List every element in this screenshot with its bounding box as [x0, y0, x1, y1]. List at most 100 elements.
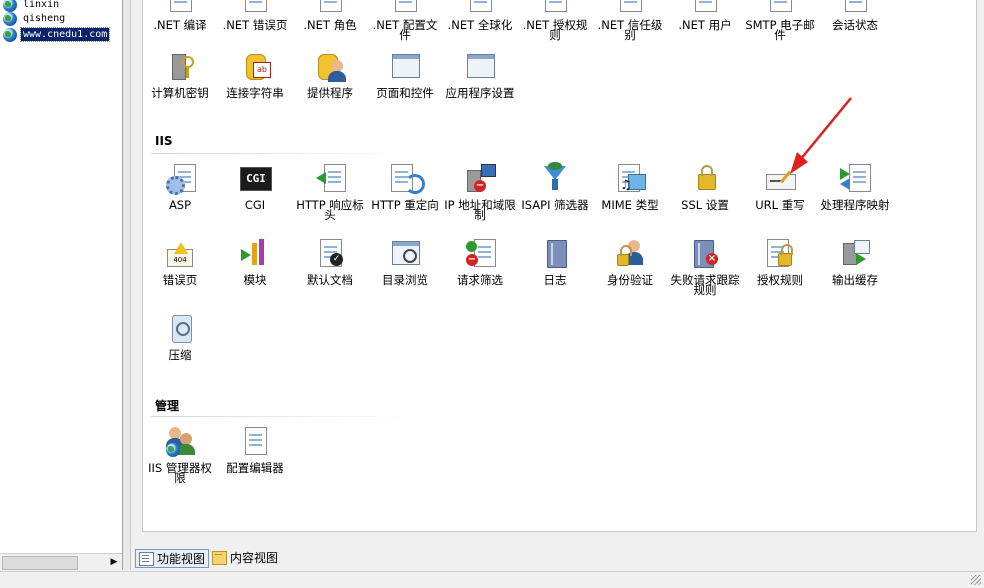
feature-net-users[interactable]: .NET 用户 — [668, 0, 742, 31]
tree-item-site-selected[interactable]: www.cnedu1.com — [3, 27, 111, 42]
net-error-pages-icon — [239, 0, 271, 14]
net-authorization-icon — [539, 0, 571, 14]
tab-label: 内容视图 — [230, 551, 279, 565]
feature-cgi[interactable]: CGI CGI — [218, 162, 292, 211]
group-divider — [151, 416, 411, 417]
net-profile-icon — [389, 0, 421, 14]
lock-icon — [689, 162, 721, 194]
feature-authorization-rules[interactable]: 授权规则 — [743, 237, 817, 286]
error-pages-icon: 404 — [164, 237, 196, 269]
request-filtering-icon: − — [464, 237, 496, 269]
isapi-filters-icon — [539, 162, 571, 194]
providers-icon — [314, 50, 346, 82]
modules-icon — [239, 237, 271, 269]
features-list[interactable]: .NET 编译 .NET 错误页 .NET 角色 .NET 配置文件 .NET … — [142, 0, 977, 532]
mime-types-icon: ♫ — [614, 162, 646, 194]
feature-net-roles[interactable]: .NET 角色 — [293, 0, 367, 31]
view-tabs: 功能视图 内容视图 — [131, 545, 984, 570]
machine-key-icon — [164, 50, 196, 82]
net-trust-levels-icon — [614, 0, 646, 14]
tab-content-view[interactable]: 内容视图 — [209, 549, 281, 566]
tree-item-label: www.cnedu1.com — [19, 27, 111, 42]
handler-mappings-icon — [839, 162, 871, 194]
feature-application-settings[interactable]: 应用程序设置 — [443, 50, 517, 99]
feature-modules[interactable]: 模块 — [218, 237, 292, 286]
tab-label: 功能视图 — [157, 552, 206, 566]
feature-directory-browsing[interactable]: 目录浏览 — [368, 237, 442, 286]
pages-and-controls-icon — [389, 50, 421, 82]
smtp-email-icon — [764, 0, 796, 14]
feature-output-caching[interactable]: 输出缓存 — [818, 237, 892, 286]
tree-horizontal-scrollbar[interactable]: ▶ — [0, 553, 122, 571]
feature-ip-domain-restrictions[interactable]: − IP 地址和域限制 — [443, 162, 517, 221]
net-users-icon — [689, 0, 721, 14]
feature-ssl-settings[interactable]: SSL 设置 — [668, 162, 742, 211]
feature-net-error-pages[interactable]: .NET 错误页 — [218, 0, 292, 31]
net-globalization-icon — [464, 0, 496, 14]
failed-request-tracing-icon: × — [689, 237, 721, 269]
pane-splitter[interactable] — [123, 0, 131, 570]
ip-restrictions-icon: − — [464, 162, 496, 194]
feature-asp[interactable]: ASP — [143, 162, 217, 211]
feature-connection-strings[interactable]: ab 连接字符串 — [218, 50, 292, 99]
feature-default-document[interactable]: ✓ 默认文档 — [293, 237, 367, 286]
http-response-headers-icon — [314, 162, 346, 194]
feature-machine-key[interactable]: 计算机密钥 — [143, 50, 217, 99]
features-view-icon — [139, 551, 154, 566]
feature-handler-mappings[interactable]: 处理程序映射 — [818, 162, 892, 211]
globe-icon — [3, 11, 17, 26]
resize-grip-icon[interactable] — [971, 575, 981, 585]
tree-item-label: linxin — [23, 0, 60, 10]
url-rewrite-icon — [764, 162, 796, 194]
output-caching-icon — [839, 237, 871, 269]
feature-iis-manager-permissions[interactable]: IIS 管理器权限 — [143, 425, 217, 484]
feature-url-rewrite[interactable]: URL 重写 — [743, 162, 817, 211]
connection-strings-icon: ab — [239, 50, 271, 82]
feature-mime-types[interactable]: ♫ MIME 类型 — [593, 162, 667, 211]
net-compilation-icon — [164, 0, 196, 14]
feature-http-redirect[interactable]: HTTP 重定向 — [368, 162, 442, 211]
tab-features-view[interactable]: 功能视图 — [135, 549, 210, 568]
feature-logging[interactable]: 日志 — [518, 237, 592, 286]
feature-net-profile[interactable]: .NET 配置文件 — [368, 0, 442, 41]
feature-http-response-headers[interactable]: HTTP 响应标头 — [293, 162, 367, 221]
feature-error-pages[interactable]: 404 错误页 — [143, 237, 217, 286]
application-settings-icon — [464, 50, 496, 82]
feature-pages-and-controls[interactable]: 页面和控件 — [368, 50, 442, 99]
feature-failed-request-tracing[interactable]: × 失败请求跟踪规则 — [668, 237, 742, 296]
status-bar — [0, 571, 984, 588]
feature-net-globalization[interactable]: .NET 全球化 — [443, 0, 517, 31]
globe-icon — [3, 27, 17, 42]
feature-net-authorization-rules[interactable]: .NET 授权规则 — [518, 0, 592, 41]
tree-item-label: qisheng — [23, 13, 66, 24]
authentication-icon — [614, 237, 646, 269]
scrollbar-thumb[interactable] — [2, 556, 78, 570]
scroll-right-arrow-icon[interactable]: ▶ — [108, 556, 120, 568]
session-state-icon — [839, 0, 871, 14]
features-view-panel: .NET 编译 .NET 错误页 .NET 角色 .NET 配置文件 .NET … — [131, 0, 984, 545]
globe-icon — [3, 0, 17, 12]
feature-configuration-editor[interactable]: 配置编辑器 — [218, 425, 292, 474]
feature-compression[interactable]: 压缩 — [143, 312, 217, 361]
asp-icon — [164, 162, 196, 195]
feature-isapi-filters[interactable]: ISAPI 筛选器 — [518, 162, 592, 211]
connections-tree[interactable]: linxin qisheng www.cnedu1.com ▶ — [0, 0, 123, 571]
feature-net-compilation[interactable]: .NET 编译 — [143, 0, 217, 31]
tree-item-site[interactable]: qisheng — [3, 11, 67, 26]
default-document-icon: ✓ — [314, 237, 346, 269]
content-view-icon — [212, 550, 227, 565]
logging-book-icon — [539, 237, 571, 269]
feature-session-state[interactable]: 会话状态 — [818, 0, 892, 31]
feature-providers[interactable]: 提供程序 — [293, 50, 367, 99]
net-roles-icon — [314, 0, 346, 14]
group-divider — [151, 153, 411, 154]
feature-authentication[interactable]: 身份验证 — [593, 237, 667, 286]
cgi-icon: CGI — [239, 162, 272, 194]
feature-request-filtering[interactable]: − 请求筛选 — [443, 237, 517, 286]
feature-smtp-email[interactable]: SMTP 电子邮件 — [743, 0, 817, 41]
feature-net-trust-levels[interactable]: .NET 信任级别 — [593, 0, 667, 41]
group-title-iis: IIS — [155, 134, 173, 148]
configuration-editor-icon — [239, 425, 271, 457]
group-title-management: 管理 — [155, 399, 180, 413]
compression-icon — [164, 312, 196, 344]
